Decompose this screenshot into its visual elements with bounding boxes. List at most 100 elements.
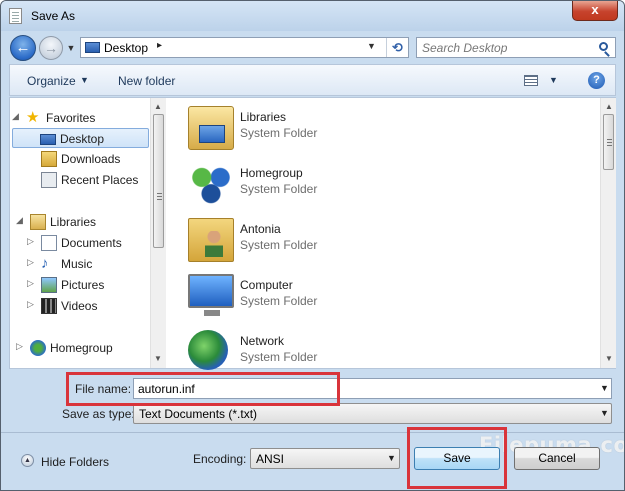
crumb-arrow-icon[interactable]: ▸ [157, 40, 162, 51]
desktop-folder-icon [85, 42, 100, 53]
navigation-pane: ◢ ★ Favorites Desktop Downloads Recent P… [10, 98, 166, 368]
scroll-thumb[interactable] [153, 114, 164, 248]
scroll-thumb[interactable] [603, 114, 614, 170]
desktop-icon [40, 134, 56, 145]
file-type: System Folder [240, 294, 318, 308]
nav-item-label: Libraries [50, 215, 97, 229]
libraries-icon [188, 106, 234, 150]
refresh-icon[interactable]: ⟲ [386, 38, 408, 57]
help-icon[interactable]: ? [588, 72, 605, 89]
expander-icon[interactable]: ◢ [16, 215, 23, 226]
back-button[interactable]: ← [10, 35, 36, 61]
expander-icon[interactable]: ▷ [27, 236, 34, 247]
command-toolbar: Organize ▼ New folder ▼ ? [9, 64, 616, 96]
chevron-down-icon[interactable]: ▼ [387, 453, 396, 463]
file-list-scrollbar[interactable]: ▲ ▼ [600, 98, 616, 368]
expander-icon[interactable]: ▷ [27, 299, 34, 310]
nav-item-recent-places[interactable]: Recent Places [39, 170, 149, 190]
grip-icon [157, 193, 162, 200]
nav-item-label: Recent Places [61, 173, 139, 187]
encoding-select[interactable]: ANSI ▼ [250, 448, 400, 469]
scroll-down-icon[interactable]: ▼ [605, 354, 613, 363]
address-crumb-desktop[interactable]: Desktop [104, 41, 148, 55]
computer-icon [188, 274, 234, 316]
grip-icon [607, 139, 612, 146]
address-bar[interactable]: Desktop ▸ ▼ ⟲ [80, 37, 409, 58]
file-type: System Folder [240, 182, 318, 196]
close-button[interactable]: x [572, 1, 618, 21]
nav-item-label: Favorites [46, 111, 96, 125]
documents-icon [41, 235, 57, 251]
organize-button[interactable]: Organize [27, 74, 76, 88]
nav-item-label: Homegroup [50, 341, 113, 355]
file-name: Libraries [240, 110, 287, 124]
nav-item-downloads[interactable]: Downloads [39, 149, 149, 169]
recent-pages-dropdown[interactable]: ▼ [65, 41, 77, 55]
nav-item-libraries[interactable]: ◢ Libraries [16, 212, 148, 232]
search-input[interactable] [422, 40, 592, 56]
libraries-icon [30, 214, 46, 230]
expander-icon[interactable]: ▷ [27, 278, 34, 289]
file-name: Antonia [240, 222, 281, 236]
scroll-down-icon[interactable]: ▼ [154, 354, 162, 363]
chevron-down-icon[interactable]: ▼ [600, 383, 609, 393]
user-folder-icon [188, 218, 234, 262]
chevron-down-icon[interactable]: ▼ [549, 75, 558, 85]
nav-item-music[interactable]: ▷ ♪ Music [27, 254, 149, 274]
chevron-down-icon[interactable]: ▼ [80, 75, 89, 85]
expander-icon[interactable]: ▷ [16, 341, 23, 352]
address-dropdown-icon[interactable]: ▼ [367, 41, 376, 51]
views-icon[interactable] [524, 75, 538, 86]
expander-icon[interactable]: ▷ [27, 257, 34, 268]
videos-icon [41, 298, 57, 314]
file-name-highlight [66, 372, 340, 406]
scroll-up-icon[interactable]: ▲ [605, 102, 613, 111]
music-icon: ♪ [41, 255, 49, 272]
file-name: Computer [240, 278, 293, 292]
nav-item-label: Pictures [61, 278, 105, 292]
file-type: System Folder [240, 238, 318, 252]
nav-item-label: Downloads [61, 152, 121, 166]
cancel-button[interactable]: Cancel [514, 447, 600, 470]
save-as-type-value: Text Documents (*.txt) [139, 407, 258, 421]
forward-button[interactable]: → [39, 36, 63, 60]
expander-icon[interactable]: ◢ [12, 111, 19, 122]
downloads-icon [41, 151, 57, 167]
homegroup-icon [30, 340, 46, 356]
pictures-icon [41, 277, 57, 293]
nav-item-homegroup[interactable]: ▷ Homegroup [16, 338, 148, 358]
search-icon[interactable] [599, 42, 608, 51]
hide-folders-button[interactable]: Hide Folders [41, 455, 109, 469]
file-type: System Folder [240, 350, 318, 364]
nav-item-pictures[interactable]: ▷ Pictures [27, 275, 149, 295]
nav-item-label: Videos [61, 299, 98, 313]
nav-item-label: Documents [61, 236, 122, 250]
encoding-value: ANSI [256, 452, 285, 466]
new-folder-button[interactable]: New folder [118, 74, 175, 88]
collapse-icon[interactable]: ▲ [21, 454, 34, 467]
encoding-label: Encoding: [193, 452, 247, 466]
recent-places-icon [41, 172, 57, 188]
file-item-libraries[interactable]: Libraries System Folder [188, 102, 488, 154]
file-item-homegroup[interactable]: Homegroup System Folder [188, 158, 488, 210]
main-pane: ◢ ★ Favorites Desktop Downloads Recent P… [9, 97, 616, 370]
nav-item-label: Desktop [60, 132, 105, 146]
save-button-highlight [407, 427, 507, 489]
file-item-antonia[interactable]: Antonia System Folder [188, 214, 488, 266]
nav-item-favorites[interactable]: ◢ ★ Favorites [12, 108, 144, 128]
file-item-computer[interactable]: Computer System Folder [188, 270, 488, 322]
nav-item-documents[interactable]: ▷ Documents [27, 233, 149, 253]
title-bar[interactable]: Save As x [1, 1, 624, 31]
window-title: Save As [31, 9, 76, 23]
file-name: Homegroup [240, 166, 303, 180]
nav-scrollbar[interactable]: ▲ ▼ [150, 98, 166, 368]
save-as-dialog: Save As x ← → ▼ Desktop ▸ ▼ ⟲ Organize ▼… [0, 0, 625, 491]
nav-item-videos[interactable]: ▷ Videos [27, 296, 149, 316]
chevron-down-icon[interactable]: ▼ [600, 408, 609, 418]
nav-item-desktop[interactable]: Desktop [12, 128, 149, 148]
file-item-network[interactable]: Network System Folder [188, 326, 488, 378]
scroll-up-icon[interactable]: ▲ [154, 102, 162, 111]
network-icon [188, 330, 228, 370]
search-box[interactable] [416, 37, 616, 58]
save-as-type-select[interactable]: Text Documents (*.txt) ▼ [133, 403, 612, 424]
